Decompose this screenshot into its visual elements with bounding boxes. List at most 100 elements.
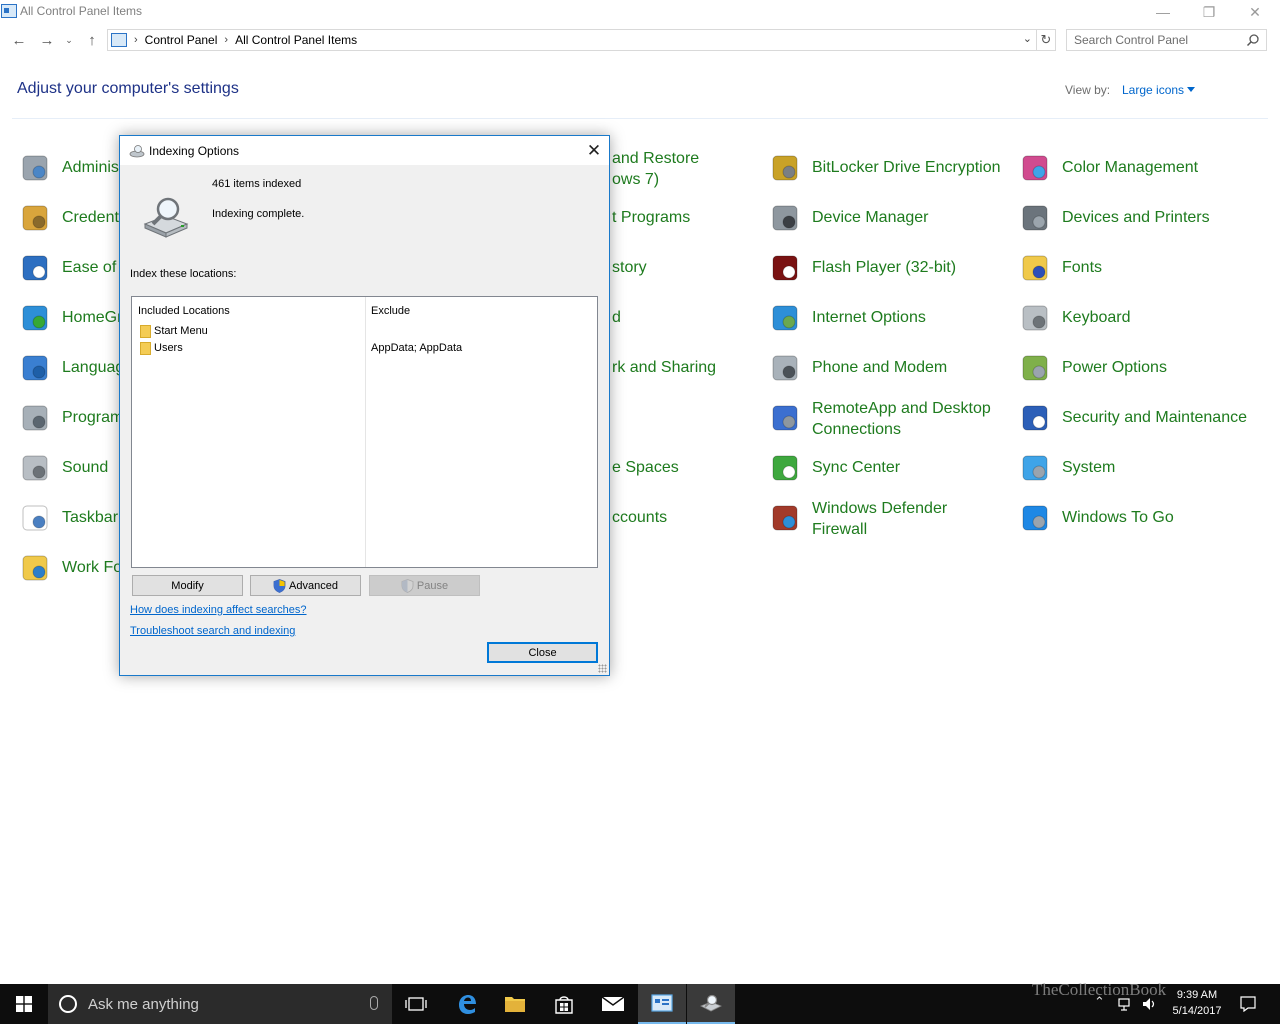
control-panel-item[interactable]: Windows Defender Firewall <box>770 498 1010 538</box>
breadcrumb-control-panel[interactable]: Control Panel <box>145 33 218 47</box>
close-window-button[interactable]: ✕ <box>1232 0 1278 24</box>
indexing-status: Indexing complete. <box>212 208 305 220</box>
indexing-help-link[interactable]: How does indexing affect searches? <box>130 604 307 616</box>
control-panel-item[interactable]: Internet Options <box>770 298 1010 338</box>
mail-icon <box>601 996 625 1011</box>
security-maintenance-icon <box>1022 405 1048 431</box>
locations-list[interactable]: Included Locations Exclude Start Menu Us… <box>131 296 598 568</box>
control-panel-item-label: Devices and Printers <box>1062 207 1210 228</box>
item-label-line: Firewall <box>812 521 868 538</box>
fonts-icon <box>1022 255 1048 281</box>
refresh-button[interactable]: ↻ <box>1037 29 1056 51</box>
chevron-right-icon[interactable]: › <box>224 34 228 46</box>
troubleshoot-link[interactable]: Troubleshoot search and indexing <box>130 625 295 637</box>
column-header-exclude[interactable]: Exclude <box>371 305 410 317</box>
advanced-button[interactable]: Advanced <box>250 575 361 596</box>
control-panel-item-label: BitLocker Drive Encryption <box>812 157 1001 178</box>
search-input[interactable] <box>1067 30 1237 50</box>
microphone-icon[interactable] <box>370 996 378 1010</box>
taskbar-mail[interactable] <box>589 984 637 1024</box>
start-button[interactable] <box>0 984 48 1024</box>
location-name[interactable]: Users <box>154 342 183 354</box>
control-panel-item[interactable]: Phone and Modem <box>770 348 1010 388</box>
administrative-tools-icon <box>22 155 48 181</box>
restore-button[interactable]: ❐ <box>1186 0 1232 24</box>
item-label-line: rk and Sharing <box>612 359 717 376</box>
item-label-line: Keyboard <box>1062 309 1131 326</box>
item-label-line: Color Management <box>1062 159 1199 176</box>
item-label-line: Internet Options <box>812 309 926 326</box>
taskbar-file-explorer[interactable] <box>491 984 539 1024</box>
close-button[interactable]: Close <box>487 642 598 663</box>
up-button[interactable]: ↑ <box>81 28 103 52</box>
control-panel-item[interactable]: Power Options <box>1020 348 1260 388</box>
control-panel-item[interactable]: Windows To Go <box>1020 498 1260 538</box>
item-label-line: BitLocker Drive Encryption <box>812 159 1001 176</box>
dialog-close-icon[interactable]: ✕ <box>583 140 605 162</box>
control-panel-item[interactable]: Sync Center <box>770 448 1010 488</box>
breadcrumb-all-items[interactable]: All Control Panel Items <box>235 33 357 47</box>
ease-of-access-icon <box>22 255 48 281</box>
minimize-button[interactable]: — <box>1140 0 1186 24</box>
action-center-icon[interactable] <box>1240 996 1256 1012</box>
clock-date[interactable]: 5/14/2017 <box>1164 1005 1230 1017</box>
cortana-icon <box>59 995 77 1013</box>
item-label-line: Credenti <box>62 209 123 226</box>
control-panel-item[interactable]: RemoteApp and Desktop Connections <box>770 398 1010 438</box>
control-panel-item[interactable]: Devices and Printers <box>1020 198 1260 238</box>
address-bar[interactable]: › Control Panel › All Control Panel Item… <box>107 29 1037 51</box>
column-header-included[interactable]: Included Locations <box>138 305 230 317</box>
item-label-line: Taskbar <box>62 509 119 526</box>
dialog-titlebar[interactable]: Indexing Options ✕ <box>120 136 609 165</box>
task-view-button[interactable] <box>392 984 440 1024</box>
forward-button[interactable]: → <box>36 28 58 52</box>
color-management-icon <box>1022 155 1048 181</box>
back-button[interactable]: ← <box>8 28 30 52</box>
control-panel-item-label: d <box>612 307 621 328</box>
power-options-icon <box>1022 355 1048 381</box>
location-name[interactable]: Start Menu <box>154 325 208 337</box>
control-panel-item[interactable]: BitLocker Drive Encryption <box>770 148 1010 188</box>
control-panel-item-label: story <box>612 257 647 278</box>
column-divider[interactable] <box>365 297 366 567</box>
control-panel-item-label: ccounts <box>612 507 667 528</box>
taskbar-indexing-options[interactable] <box>687 984 735 1024</box>
item-label-line: Adminis <box>62 159 119 176</box>
indexing-icon <box>129 145 145 158</box>
control-panel-item[interactable]: Keyboard <box>1020 298 1260 338</box>
control-panel-item[interactable]: System <box>1020 448 1260 488</box>
pause-label: Pause <box>416 579 449 592</box>
resize-grip[interactable] <box>598 664 607 673</box>
modify-button[interactable]: Modify <box>132 575 243 596</box>
homegroup-icon <box>22 305 48 331</box>
clock-time[interactable]: 9:39 AM <box>1164 989 1230 1001</box>
search-box[interactable] <box>1066 29 1267 51</box>
uac-shield-icon <box>401 578 414 593</box>
taskbar-store[interactable] <box>540 984 588 1024</box>
cortana-search-box[interactable]: Ask me anything <box>48 984 392 1024</box>
control-panel-item-label: and Restore ows 7) <box>612 148 699 190</box>
item-label-line: Phone and Modem <box>812 359 948 376</box>
taskbar-edge[interactable] <box>443 984 491 1024</box>
control-panel-item[interactable]: Color Management <box>1020 148 1260 188</box>
pause-button[interactable]: Pause <box>369 575 480 596</box>
control-panel-item[interactable]: Fonts <box>1020 248 1260 288</box>
chevron-down-icon[interactable]: ⌄ <box>1023 32 1032 45</box>
control-panel-item-label: Adminis <box>62 157 119 178</box>
control-panel-item-label: Windows Defender Firewall <box>812 498 947 540</box>
control-panel-item[interactable]: Device Manager <box>770 198 1010 238</box>
search-icon[interactable] <box>1246 33 1260 47</box>
header-divider <box>12 118 1268 119</box>
chevron-down-icon[interactable] <box>1187 87 1195 92</box>
recent-locations-button[interactable]: ⌄ <box>61 28 77 52</box>
location-exclude: AppData; AppData <box>371 342 463 354</box>
view-by-dropdown[interactable]: Large icons <box>1122 83 1184 97</box>
control-panel-item[interactable]: Security and Maintenance <box>1020 398 1260 438</box>
control-panel-item[interactable]: Flash Player (32-bit) <box>770 248 1010 288</box>
chevron-right-icon[interactable]: › <box>134 34 138 46</box>
sound-icon <box>22 455 48 481</box>
item-label-line: ccounts <box>612 509 668 526</box>
control-panel-item-label: Credenti <box>62 207 122 228</box>
taskbar-control-panel[interactable] <box>638 984 686 1024</box>
remoteapp-icon <box>772 405 798 431</box>
